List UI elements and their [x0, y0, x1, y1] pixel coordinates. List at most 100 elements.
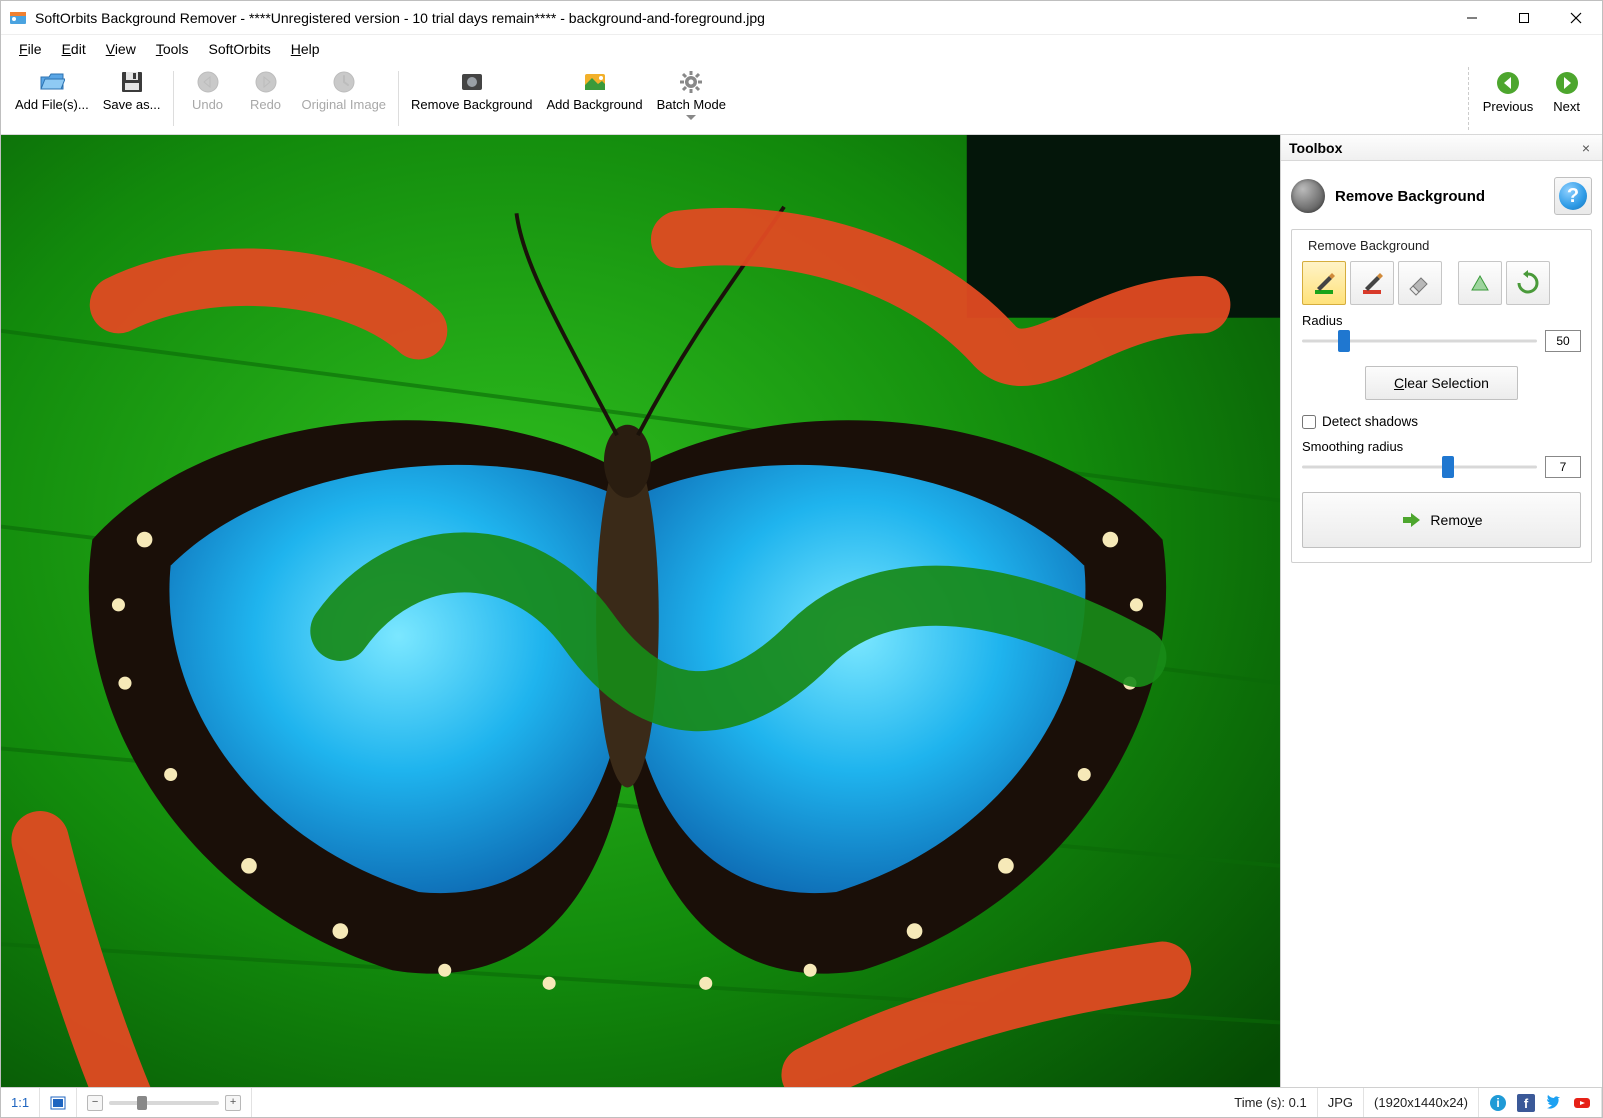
radius-input[interactable] — [1545, 330, 1581, 352]
smoothing-label: Smoothing radius — [1302, 439, 1581, 454]
close-button[interactable] — [1550, 1, 1602, 34]
menu-tools[interactable]: Tools — [146, 37, 199, 61]
eraser-button[interactable] — [1398, 261, 1442, 305]
svg-text:f: f — [1524, 1096, 1529, 1111]
app-window: SoftOrbits Background Remover - ****Unre… — [0, 0, 1603, 1118]
zoom-slider[interactable] — [109, 1101, 219, 1105]
toolbox-body: Remove Background ? Remove Background — [1281, 161, 1602, 573]
batch-mode-button[interactable]: Batch Mode — [651, 67, 732, 130]
toolbox-close-button[interactable]: × — [1576, 140, 1596, 156]
clear-selection-button[interactable]: Clear Selection — [1365, 366, 1518, 400]
minimize-button[interactable] — [1446, 1, 1498, 34]
menu-softorbits[interactable]: SoftOrbits — [199, 37, 281, 61]
add-files-button[interactable]: Add File(s)... — [9, 67, 95, 130]
pencil-red-icon — [1359, 270, 1385, 296]
toolbar: Add File(s)... Save as... Undo Redo Orig… — [1, 63, 1602, 135]
history-icon — [331, 69, 357, 95]
titlebar: SoftOrbits Background Remover - ****Unre… — [1, 1, 1602, 35]
save-as-button[interactable]: Save as... — [97, 67, 167, 130]
detect-shadows-label: Detect shadows — [1322, 414, 1418, 429]
tool-label: Save as... — [103, 97, 161, 113]
separator — [173, 71, 174, 126]
menu-view[interactable]: View — [96, 37, 146, 61]
tool-label: Redo — [250, 97, 281, 113]
next-button[interactable]: Next — [1553, 71, 1580, 114]
info-icon[interactable]: i — [1489, 1094, 1507, 1112]
arrow-right-icon — [1555, 71, 1579, 95]
toolbox-title: Toolbox — [1289, 140, 1342, 156]
menu-edit[interactable]: Edit — [52, 37, 96, 61]
social-links: i f — [1479, 1088, 1602, 1117]
undo-icon — [195, 69, 221, 95]
help-button[interactable]: ? — [1554, 177, 1592, 215]
remove-background-button[interactable]: Remove Background — [405, 67, 538, 130]
section-header: Remove Background ? — [1291, 177, 1592, 215]
nav-group: Previous Next — [1468, 67, 1594, 130]
chevron-down-icon — [686, 115, 696, 121]
status-format: JPG — [1318, 1088, 1364, 1117]
zoom-1to1-button[interactable]: 1:1 — [1, 1088, 40, 1117]
tool-label: Add File(s)... — [15, 97, 89, 113]
redo-button[interactable]: Redo — [238, 67, 294, 130]
fit-screen-button[interactable] — [40, 1088, 77, 1117]
remove-button[interactable]: Remove — [1302, 492, 1581, 548]
tool-label: Original Image — [302, 97, 387, 113]
fg-refine-button[interactable] — [1458, 261, 1502, 305]
radius-slider-row — [1302, 330, 1581, 352]
detect-shadows-row[interactable]: Detect shadows — [1302, 414, 1581, 429]
group-label: Remove Background — [1304, 238, 1433, 253]
tool-label: Undo — [192, 97, 223, 113]
youtube-icon[interactable] — [1573, 1094, 1591, 1112]
remove-bg-icon — [459, 69, 485, 95]
previous-button[interactable]: Previous — [1483, 71, 1534, 114]
smoothing-input[interactable] — [1545, 456, 1581, 478]
menu-help[interactable]: Help — [281, 37, 330, 61]
twitter-icon[interactable] — [1545, 1094, 1563, 1112]
smoothing-slider[interactable] — [1302, 457, 1537, 477]
toolbox-panel: Toolbox × Remove Background ? Remove Bac… — [1280, 135, 1602, 1087]
marker-tools-row — [1302, 261, 1581, 305]
status-time: Time (s): 0.1 — [1224, 1088, 1317, 1117]
zoom-in-button[interactable]: + — [225, 1095, 241, 1111]
remove-label: Remove — [1430, 512, 1482, 528]
shape-green-icon — [1467, 270, 1493, 296]
arrow-right-icon — [1400, 509, 1422, 531]
gear-icon — [678, 69, 704, 95]
undo-button[interactable]: Undo — [180, 67, 236, 130]
foreground-marker-button[interactable] — [1302, 261, 1346, 305]
tool-label: Batch Mode — [657, 97, 726, 113]
menubar: File Edit View Tools SoftOrbits Help — [1, 35, 1602, 63]
facebook-icon[interactable]: f — [1517, 1094, 1535, 1112]
remove-bg-group: Remove Background — [1291, 229, 1592, 563]
help-icon: ? — [1559, 182, 1587, 210]
menu-file[interactable]: File — [9, 37, 52, 61]
maximize-button[interactable] — [1498, 1, 1550, 34]
original-image-button[interactable]: Original Image — [296, 67, 393, 130]
canvas-area[interactable] — [1, 135, 1280, 1087]
toolbox-header: Toolbox × — [1281, 135, 1602, 161]
zoom-out-button[interactable]: − — [87, 1095, 103, 1111]
window-title: SoftOrbits Background Remover - ****Unre… — [35, 10, 1446, 26]
image-canvas — [1, 135, 1280, 1087]
app-icon — [9, 9, 27, 27]
fit-icon — [50, 1096, 66, 1110]
background-marker-button[interactable] — [1350, 261, 1394, 305]
sphere-icon — [1291, 179, 1325, 213]
nav-label: Next — [1553, 99, 1580, 114]
redo-icon — [253, 69, 279, 95]
bg-refine-button[interactable] — [1506, 261, 1550, 305]
detect-shadows-checkbox[interactable] — [1302, 415, 1316, 429]
refresh-icon — [1515, 270, 1541, 296]
arrow-left-icon — [1496, 71, 1520, 95]
save-icon — [119, 69, 145, 95]
svg-text:i: i — [1496, 1096, 1499, 1110]
radius-slider[interactable] — [1302, 331, 1537, 351]
add-background-button[interactable]: Add Background — [540, 67, 648, 130]
window-controls — [1446, 1, 1602, 34]
section-title: Remove Background — [1335, 188, 1485, 205]
pencil-green-icon — [1311, 270, 1337, 296]
tool-label: Add Background — [546, 97, 642, 113]
tool-label: Remove Background — [411, 97, 532, 113]
statusbar: 1:1 − + Time (s): 0.1 JPG (1920x1440x24)… — [1, 1087, 1602, 1117]
workspace: Toolbox × Remove Background ? Remove Bac… — [1, 135, 1602, 1087]
